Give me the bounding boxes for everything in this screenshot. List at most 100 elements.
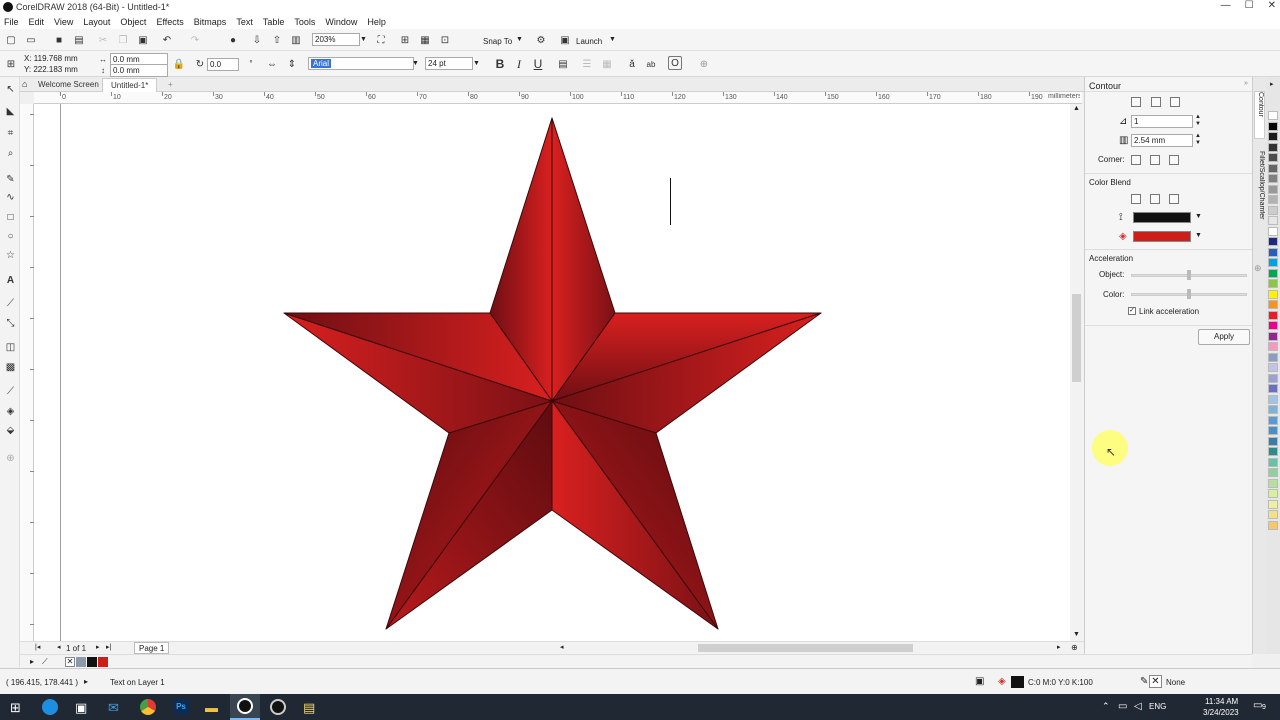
scroll-up-icon[interactable]: ▲ (1073, 105, 1080, 112)
palette-swatch[interactable] (1268, 510, 1278, 519)
palette-swatch[interactable] (1268, 184, 1278, 194)
palette-swatch[interactable] (1268, 436, 1278, 446)
steps-field[interactable]: 1 (1131, 115, 1193, 128)
palette-swatch[interactable] (1268, 289, 1278, 299)
counterclockwise-blend-icon[interactable] (1169, 194, 1179, 204)
outline-pen-icon[interactable]: ✎ (1140, 676, 1148, 687)
text-tool-icon[interactable]: A (4, 274, 17, 287)
contour-to-center-icon[interactable] (1131, 97, 1141, 107)
palette-swatch[interactable] (1268, 121, 1278, 131)
full-screen-preview-icon[interactable]: ⛶ (374, 33, 388, 47)
font-dropdown-icon[interactable]: ▼ (411, 57, 420, 70)
tab-welcome-screen[interactable]: Welcome Screen (30, 78, 107, 92)
pick-tool-icon[interactable]: ↖ (4, 83, 17, 96)
bold-button[interactable]: B (493, 57, 507, 71)
show-grid-icon[interactable]: ▦ (418, 33, 432, 47)
corner-round-icon[interactable] (1150, 155, 1160, 165)
clock-date[interactable]: 3/24/2023 (1203, 708, 1239, 717)
height-field[interactable]: 0.0 mm (110, 64, 168, 77)
ellipse-tool-icon[interactable]: ○ (4, 230, 17, 243)
add-tool-icon[interactable]: ⊕ (4, 452, 17, 465)
font-size-dropdown-icon[interactable]: ▼ (472, 57, 481, 70)
connector-tool-icon[interactable]: ⤡ (4, 317, 17, 330)
next-page-icon[interactable]: ▸ (96, 643, 100, 651)
menu-tools[interactable]: Tools (294, 17, 315, 27)
fill-bucket-icon[interactable]: ◈ (998, 676, 1006, 687)
palette-swatch[interactable] (1268, 447, 1278, 456)
clockwise-blend-icon[interactable] (1150, 194, 1160, 204)
menu-effects[interactable]: Effects (156, 17, 183, 27)
polygon-tool-icon[interactable]: ☆ (4, 249, 17, 262)
contour-outside-icon[interactable] (1170, 97, 1180, 107)
docker-collapse-icon[interactable]: » (1244, 80, 1248, 87)
menu-edit[interactable]: Edit (29, 17, 45, 27)
apply-button[interactable]: Apply (1198, 329, 1250, 345)
menu-help[interactable]: Help (367, 17, 386, 27)
zoom-dropdown-icon[interactable]: ▼ (359, 33, 368, 46)
text-properties-icon[interactable]: ǎ (625, 57, 639, 71)
snap-to-button[interactable]: Snap To (483, 37, 512, 46)
palette-swatch[interactable] (1268, 163, 1278, 173)
offset-field[interactable]: 2.54 mm (1131, 134, 1193, 147)
palette-swatch[interactable] (1268, 331, 1278, 341)
outline-color-picker[interactable] (1133, 212, 1191, 223)
scroll-down-icon[interactable]: ▼ (1073, 631, 1080, 638)
language-indicator[interactable]: ENG (1149, 702, 1166, 711)
menu-object[interactable]: Object (120, 17, 146, 27)
clock-time[interactable]: 11:34 AM (1205, 697, 1238, 706)
mail-icon[interactable]: ✉ (108, 700, 119, 716)
launch-dropdown-icon[interactable]: ▼ (608, 33, 617, 46)
parallel-dimension-icon[interactable]: ⟋ (4, 297, 17, 310)
corner-miter-icon[interactable] (1131, 155, 1141, 165)
undo-icon[interactable]: ↶ (160, 33, 174, 47)
vertical-scrollbar[interactable]: ▲ ▼ (1070, 104, 1084, 641)
palette-swatch[interactable] (1268, 520, 1278, 530)
crop-tool-icon[interactable]: ⌗ (4, 127, 17, 140)
font-size-field[interactable]: 24 pt (425, 57, 473, 70)
italic-button[interactable]: I (512, 57, 526, 71)
palette-swatch[interactable] (1268, 363, 1278, 372)
paste-icon[interactable]: ▣ (136, 33, 150, 47)
no-color-swatch[interactable]: ✕ (65, 657, 75, 667)
fill-color-swatch[interactable] (1011, 676, 1024, 688)
color-slider-thumb[interactable] (1187, 289, 1191, 299)
start-windows-icon[interactable]: ⊞ (10, 700, 21, 716)
palette-swatch[interactable] (1268, 457, 1278, 467)
drawing-canvas[interactable] (34, 104, 1070, 641)
palette-swatch[interactable] (1268, 384, 1278, 393)
tab-add-button[interactable]: + (160, 78, 181, 92)
interactive-fill-icon[interactable]: ◈ (4, 405, 17, 418)
tab-page-1[interactable]: Page 1 (134, 642, 170, 654)
fill-color-dropdown-icon[interactable]: ▼ (1195, 232, 1202, 239)
prev-page-icon[interactable]: ◂ (57, 643, 61, 651)
palette-swatch[interactable] (1268, 142, 1278, 152)
menu-window[interactable]: Window (325, 17, 357, 27)
palette-swatch[interactable] (1268, 300, 1278, 309)
palette-swatch[interactable] (1268, 258, 1278, 267)
open-folder-icon[interactable]: ▭ (24, 33, 38, 47)
transparency-tool-icon[interactable]: ▩ (4, 361, 17, 374)
search-content-icon[interactable]: ● (226, 33, 240, 47)
status-arrow-icon[interactable]: ▸ (84, 677, 88, 686)
text-frame-icon[interactable]: O (668, 56, 682, 70)
export-icon[interactable]: ⇧ (270, 33, 284, 47)
lock-ratio-icon[interactable]: 🔒 (172, 57, 186, 71)
palette-swatch[interactable] (1268, 237, 1278, 246)
print-icon[interactable]: ▤ (72, 33, 86, 47)
close-button[interactable]: ✕ (1268, 0, 1276, 11)
outline-color-dropdown-icon[interactable]: ▼ (1195, 213, 1202, 220)
save-icon[interactable]: ■ (52, 33, 66, 47)
edge-browser-icon[interactable] (42, 699, 58, 715)
launch-button[interactable]: Launch (576, 37, 602, 46)
vertical-scroll-thumb[interactable] (1072, 294, 1081, 382)
photoshop-icon[interactable]: Ps (173, 699, 189, 715)
docker-tab-fillet[interactable]: Fillet/Scallop/Chamfer (1254, 151, 1265, 247)
palette-eyedropper-icon[interactable]: ⟋ (42, 657, 48, 667)
y-position-field[interactable]: Y: 222.183 mm (22, 64, 88, 77)
snap-to-dropdown-icon[interactable]: ▼ (515, 33, 524, 46)
menu-text[interactable]: Text (236, 17, 253, 27)
palette-swatch[interactable] (1268, 111, 1278, 120)
smart-fill-icon[interactable]: ⬙ (4, 424, 17, 437)
palette-swatch[interactable] (1268, 415, 1278, 425)
first-page-icon[interactable]: |◂ (35, 643, 40, 651)
